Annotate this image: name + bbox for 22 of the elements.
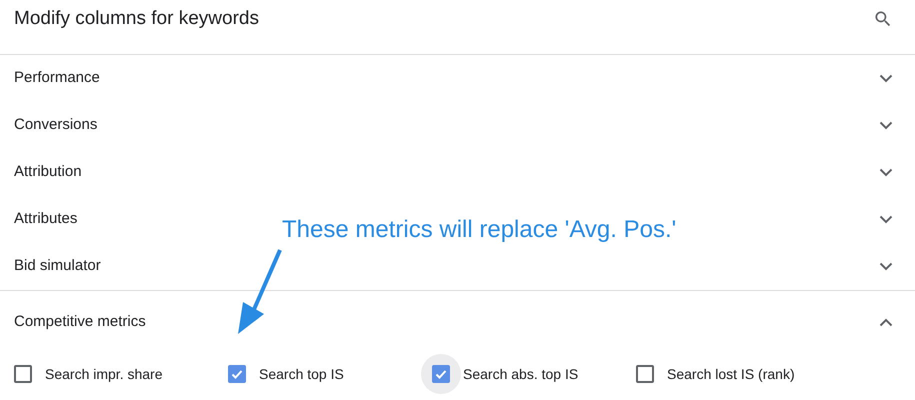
checkbox[interactable] bbox=[14, 365, 32, 383]
annotation-text: These metrics will replace 'Avg. Pos.' bbox=[282, 215, 676, 245]
checkbox[interactable] bbox=[432, 365, 450, 383]
checkbox-label: Search abs. top IS bbox=[463, 364, 578, 384]
checkbox-label: Search top IS bbox=[259, 364, 344, 384]
expand-chevron-icon[interactable] bbox=[879, 262, 893, 271]
expand-chevron-icon[interactable] bbox=[879, 215, 893, 224]
section-header[interactable]: Attributes bbox=[14, 208, 78, 231]
section-header[interactable]: Performance bbox=[14, 67, 100, 90]
checkbox[interactable] bbox=[636, 365, 654, 383]
expand-chevron-icon[interactable] bbox=[879, 168, 893, 177]
checkbox-label: Search impr. share bbox=[45, 364, 162, 384]
checkbox-label: Search lost IS (rank) bbox=[667, 364, 795, 384]
section-header[interactable]: Conversions bbox=[14, 114, 98, 137]
section-header[interactable]: Attribution bbox=[14, 161, 82, 184]
collapse-chevron-icon[interactable] bbox=[879, 318, 893, 326]
checkbox[interactable] bbox=[228, 365, 246, 383]
dialog-title: Modify columns for keywords bbox=[14, 6, 259, 31]
expand-chevron-icon[interactable] bbox=[879, 74, 893, 83]
section-header[interactable]: Competitive metrics bbox=[14, 310, 146, 334]
expand-chevron-icon[interactable] bbox=[879, 121, 893, 130]
section-header[interactable]: Bid simulator bbox=[14, 255, 101, 278]
